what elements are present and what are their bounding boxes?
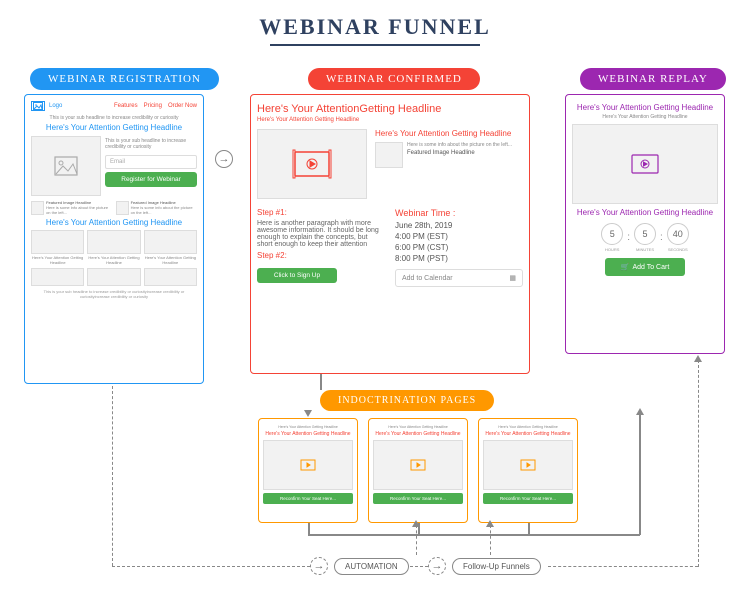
connector-dotted — [410, 566, 428, 567]
image-placeholder-icon — [31, 136, 101, 196]
arrow-right-icon: → — [428, 557, 446, 575]
video-placeholder-icon[interactable] — [257, 129, 367, 199]
conf-paragraph: Here is another paragraph with more awes… — [257, 220, 385, 248]
countdown-seconds: 40 — [667, 223, 689, 245]
reg-footer: This is your sub headline to increase cr… — [31, 289, 197, 299]
confirmed-card: Here's Your AttentionGetting Headline He… — [250, 94, 530, 374]
arrow-up-icon — [636, 408, 644, 415]
reg-nav: Logo Features Pricing Order Now — [31, 101, 197, 111]
video-placeholder-icon[interactable] — [483, 440, 573, 490]
image-placeholder-icon — [375, 142, 403, 168]
diagram-title: WEBINAR FUNNEL — [259, 14, 491, 40]
banner-replay: WEBINAR REPLAY — [580, 68, 726, 90]
thumb-3: Here's Your Attention Getting Headline — [144, 230, 197, 265]
feature-1: Featured Image HeadlineHere is some info… — [31, 200, 113, 215]
banner-registration: WEBINAR REGISTRATION — [30, 68, 219, 90]
image-placeholder-icon — [31, 201, 44, 215]
nav-features[interactable]: Features — [114, 103, 138, 109]
reconfirm-button[interactable]: Reconfirm Your Seat Here... — [373, 493, 463, 504]
reg-subheadline-1: This is your sub headline to increase cr… — [31, 115, 197, 121]
arrow-up-icon — [694, 355, 702, 362]
conf-headline: Here's Your AttentionGetting Headline — [257, 103, 523, 115]
connector-line — [308, 523, 310, 535]
replay-card: Here's Your Attention Getting Headline H… — [565, 94, 725, 354]
connector-dotted — [548, 566, 698, 567]
connector-dotted — [698, 360, 699, 567]
image-placeholder-icon — [87, 268, 140, 286]
indoctrination-card-1: Here's Your Attention Getting Headline H… — [258, 418, 358, 523]
calendar-icon: ▦ — [509, 274, 516, 282]
thumb-1: Here's Your Attention Getting Headline — [31, 230, 84, 265]
nav-pricing[interactable]: Pricing — [144, 103, 162, 109]
nav-order[interactable]: Order Now — [168, 103, 197, 109]
connector-line — [639, 415, 641, 535]
countdown: 5HOURS : 5MINUTES : 40SECONDS — [572, 223, 718, 252]
add-to-cart-button[interactable]: 🛒 Add To Cart — [605, 258, 685, 276]
connector-dotted — [490, 525, 491, 555]
conf-side-feat: Featured Image Headline — [407, 150, 512, 156]
image-placeholder-icon — [31, 268, 84, 286]
banner-confirmed: WEBINAR CONFIRMED — [308, 68, 480, 90]
connector-line — [528, 523, 530, 535]
logo-text: Logo — [49, 103, 62, 109]
indoctrination-card-3: Here's Your Attention Getting Headline H… — [478, 418, 578, 523]
registration-card: Logo Features Pricing Order Now This is … — [24, 94, 204, 384]
followup-pill: Follow-Up Funnels — [452, 558, 541, 575]
logo-icon — [31, 101, 45, 111]
webinar-time-1: 4:00 PM (EST) — [395, 232, 523, 241]
image-placeholder-icon — [87, 230, 140, 254]
arrow-up-icon — [486, 520, 494, 527]
signup-button[interactable]: Click to Sign Up — [257, 268, 337, 283]
connector-dotted — [112, 386, 113, 566]
replay-headline: Here's Your Attention Getting Headline — [572, 103, 718, 112]
arrow-right-icon: → — [215, 150, 233, 168]
image-placeholder-icon — [144, 230, 197, 254]
banner-indoctrination: INDOCTRINATION PAGES — [320, 390, 494, 411]
reg-headline: Here's Your Attention Getting Headline — [31, 123, 197, 132]
replay-headline-2: Here's Your Attention Getting Headline — [572, 208, 718, 217]
feature-2: Featured Image HeadlineHere is some info… — [116, 200, 198, 215]
step-2-label: Step #2: — [257, 251, 385, 260]
conf-side-info: Here is some info about the picture on t… — [407, 142, 512, 148]
countdown-hours: 5 — [601, 223, 623, 245]
video-placeholder-icon[interactable] — [572, 124, 718, 204]
webinar-time-2: 6:00 PM (CST) — [395, 243, 523, 252]
reconfirm-button[interactable]: Reconfirm Your Seat Here... — [263, 493, 353, 504]
register-button[interactable]: Register for Webinar — [105, 172, 197, 187]
image-placeholder-icon — [144, 268, 197, 286]
connector-line — [308, 534, 640, 536]
step-1-label: Step #1: — [257, 208, 385, 217]
conf-side-headline: Here's Your Attention Getting Headline — [375, 129, 523, 138]
connector-line — [320, 374, 322, 390]
cart-icon: 🛒 — [621, 263, 630, 271]
replay-sub: Here's Your Attention Getting Headline — [572, 114, 718, 120]
image-placeholder-icon — [116, 201, 129, 215]
video-placeholder-icon[interactable] — [263, 440, 353, 490]
indoctrination-card-2: Here's Your Attention Getting Headline H… — [368, 418, 468, 523]
arrow-down-icon — [304, 410, 312, 417]
add-to-calendar-button[interactable]: Add to Calendar ▦ — [395, 269, 523, 287]
webinar-time-3: 8:00 PM (PST) — [395, 254, 523, 263]
conf-subheadline: Here's Your Attention Getting Headline — [257, 117, 523, 123]
reconfirm-button[interactable]: Reconfirm Your Seat Here... — [483, 493, 573, 504]
title-underline — [270, 44, 480, 46]
email-field[interactable]: Email — [105, 155, 197, 169]
reg-headline-2: Here's Your Attention Getting Headline — [31, 218, 197, 227]
countdown-minutes: 5 — [634, 223, 656, 245]
image-placeholder-icon — [31, 230, 84, 254]
automation-pill: AUTOMATION — [334, 558, 409, 575]
video-placeholder-icon[interactable] — [373, 440, 463, 490]
reg-subheadline-2: This is your sub headline to increase cr… — [105, 138, 197, 150]
arrow-right-icon: → — [310, 557, 328, 575]
connector-dotted — [416, 525, 417, 555]
webinar-time-label: Webinar Time : — [395, 208, 523, 218]
arrow-up-icon — [412, 520, 420, 527]
webinar-date: June 28th, 2019 — [395, 221, 523, 230]
connector-dotted — [112, 566, 310, 567]
thumb-2: Here's Your Attention Getting Headline — [87, 230, 140, 265]
